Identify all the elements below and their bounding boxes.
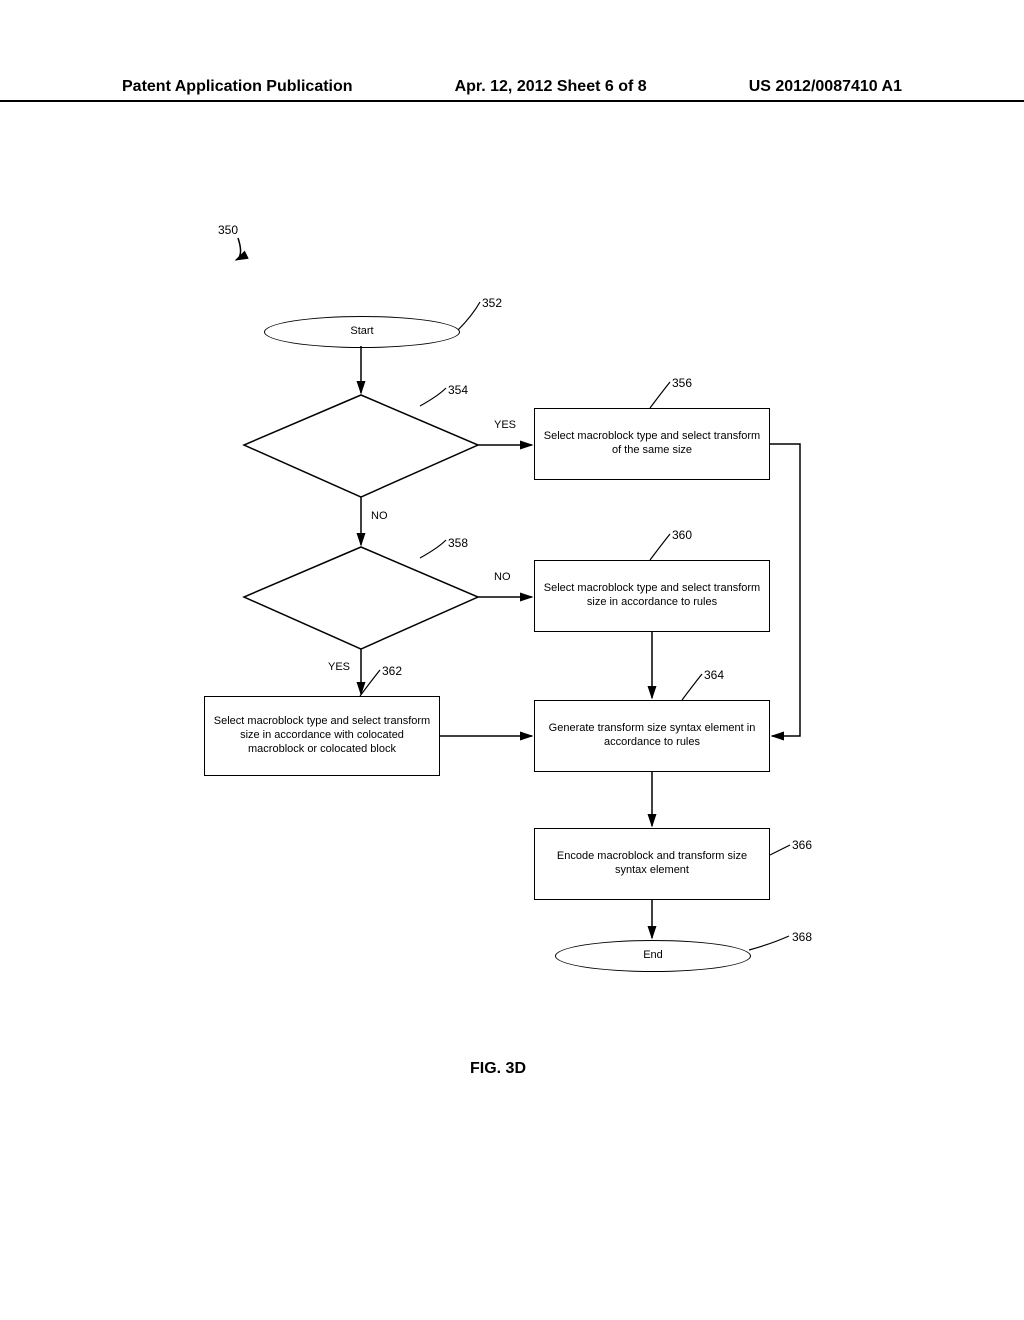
- refnum-360: 360: [672, 528, 692, 542]
- box-366: Encode macroblock and transform size syn…: [534, 828, 770, 900]
- page-header: Patent Application Publication Apr. 12, …: [0, 78, 1024, 102]
- box-362: Select macroblock type and select transf…: [204, 696, 440, 776]
- box-364: Generate transform size syntax element i…: [534, 700, 770, 772]
- refnum-368: 368: [792, 930, 812, 944]
- refnum-364: 364: [704, 668, 724, 682]
- edge-358-no: NO: [494, 571, 511, 583]
- terminator-end: End: [555, 940, 751, 972]
- refnum-354: 354: [448, 383, 468, 397]
- refnum-352: 352: [482, 296, 502, 310]
- edge-354-no: NO: [371, 510, 388, 522]
- end-label: End: [643, 949, 663, 963]
- box-364-label: Generate transform size syntax element i…: [541, 722, 763, 750]
- box-360-label: Select macroblock type and select transf…: [541, 582, 763, 610]
- figure-label: FIG. 3D: [470, 1060, 526, 1078]
- refnum-356: 356: [672, 376, 692, 390]
- decision-354-label: Is a macroblock intra-predicted?: [283, 439, 440, 453]
- edge-354-yes: YES: [494, 419, 516, 431]
- decision-358-label: Is a macroblock direct mode inter-predic…: [278, 584, 444, 612]
- header-right: US 2012/0087410 A1: [749, 78, 902, 96]
- refnum-366: 366: [792, 838, 812, 852]
- box-356: Select macroblock type and select transf…: [534, 408, 770, 480]
- decision-358-text: Is a macroblock direct mode inter-predic…: [278, 580, 444, 616]
- refnum-350: 350: [218, 223, 238, 237]
- box-366-label: Encode macroblock and transform size syn…: [541, 850, 763, 878]
- terminator-start: Start: [264, 316, 460, 348]
- box-356-label: Select macroblock type and select transf…: [541, 430, 763, 458]
- box-360: Select macroblock type and select transf…: [534, 560, 770, 632]
- header-left: Patent Application Publication: [122, 78, 353, 96]
- edge-358-yes: YES: [328, 661, 350, 673]
- box-362-label: Select macroblock type and select transf…: [211, 715, 433, 756]
- decision-354-text: Is a macroblock intra-predicted?: [258, 431, 464, 461]
- refnum-362: 362: [382, 664, 402, 678]
- header-center: Apr. 12, 2012 Sheet 6 of 8: [455, 78, 647, 96]
- refnum-358: 358: [448, 536, 468, 550]
- start-label: Start: [350, 325, 373, 339]
- flow-svg: [0, 0, 1024, 1320]
